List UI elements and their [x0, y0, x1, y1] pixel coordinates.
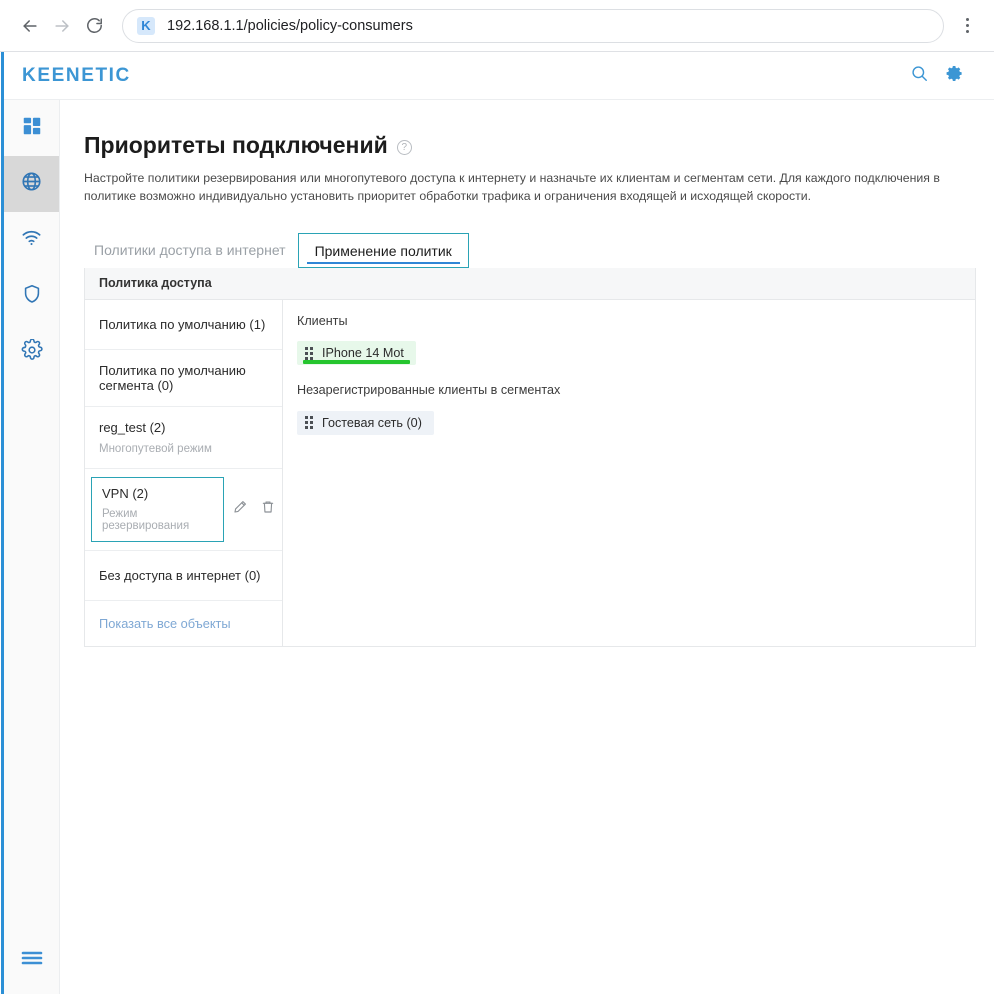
- sidebar-item-management[interactable]: [4, 324, 59, 380]
- reload-button[interactable]: [78, 10, 110, 42]
- wifi-icon: [20, 226, 43, 254]
- globe-icon: [20, 170, 43, 198]
- favicon-letter: K: [141, 19, 150, 32]
- search-icon[interactable]: [910, 64, 929, 88]
- segment-chip-label: Гостевая сеть (0): [322, 416, 422, 430]
- page-description: Настройте политики резервирования или мн…: [84, 170, 944, 206]
- sidebar-item-dashboard[interactable]: [4, 100, 59, 156]
- question-mark-icon[interactable]: ?: [397, 140, 412, 155]
- list-item[interactable]: Без доступа в интернет (0): [85, 551, 282, 601]
- sidebar-item-security[interactable]: [4, 268, 59, 324]
- gear-icon[interactable]: [945, 64, 964, 88]
- spacer: [297, 365, 959, 383]
- list-item[interactable]: Политика по умолчанию (1): [85, 300, 282, 350]
- forward-button[interactable]: [46, 10, 78, 42]
- client-chip[interactable]: IPhone 14 Mot: [297, 341, 416, 365]
- arrow-right-icon: [52, 16, 72, 36]
- delete-policy-button[interactable]: [260, 499, 276, 520]
- tab-policy-application[interactable]: Применение политик: [298, 233, 469, 268]
- keenetic-logo: KEENETIC: [22, 65, 131, 87]
- policy-list: Политика по умолчанию (1) Политика по ум…: [85, 300, 283, 646]
- policy-name: VPN (2): [102, 486, 213, 501]
- show-all-objects-link[interactable]: Показать все объекты: [85, 601, 282, 646]
- segment-chip[interactable]: Гостевая сеть (0): [297, 411, 434, 435]
- sidebar-item-internet[interactable]: [4, 156, 59, 212]
- list-item-selected[interactable]: VPN (2) Режим резервирования: [85, 469, 282, 551]
- address-bar[interactable]: K 192.168.1.1/policies/policy-consumers: [122, 9, 944, 43]
- policy-mode: Режим резервирования: [102, 508, 213, 532]
- sidebar: [4, 100, 60, 994]
- kebab-dot: [966, 30, 969, 33]
- page-title: Приоритеты подключений: [84, 132, 388, 159]
- hamburger-menu-icon: [19, 947, 45, 974]
- browser-toolbar: K 192.168.1.1/policies/policy-consumers: [0, 0, 994, 52]
- reload-icon: [85, 16, 104, 35]
- tab-access-policies[interactable]: Политики доступа в интернет: [84, 233, 296, 268]
- dashboard-grid-icon: [21, 115, 43, 142]
- policy-card-header: Политика доступа: [85, 268, 975, 300]
- arrow-left-icon: [20, 16, 40, 36]
- header-actions: [910, 64, 964, 88]
- drag-handle-icon[interactable]: [305, 416, 313, 429]
- policy-name: Политика по умолчанию сегмента (0): [99, 363, 268, 393]
- list-item[interactable]: reg_test (2) Многопутевой режим: [85, 407, 282, 469]
- gear-icon: [21, 339, 43, 366]
- edit-policy-button[interactable]: [232, 499, 248, 520]
- sidebar-item-wifi[interactable]: [4, 212, 59, 268]
- policy-card: Политика доступа Политика по умолчанию (…: [84, 268, 976, 647]
- kebab-dot: [966, 18, 969, 21]
- back-button[interactable]: [14, 10, 46, 42]
- kebab-dot: [966, 24, 969, 27]
- address-bar-url: 192.168.1.1/policies/policy-consumers: [167, 18, 413, 34]
- selected-policy-box[interactable]: VPN (2) Режим резервирования: [91, 477, 224, 542]
- shield-icon: [21, 283, 43, 310]
- segments-label: Незарегистрированные клиенты в сегментах: [297, 383, 959, 397]
- tab-bar: Политики доступа в интернет Применение п…: [84, 228, 974, 268]
- sidebar-toggle-button[interactable]: [4, 936, 59, 984]
- app-header: KEENETIC: [4, 52, 994, 100]
- page-title-row: Приоритеты подключений ?: [84, 132, 974, 159]
- clients-label: Клиенты: [297, 314, 959, 328]
- assignment-pane: Клиенты IPhone 14 Mot Незарегистрированн…: [283, 300, 975, 646]
- drag-handle-icon[interactable]: [305, 347, 313, 360]
- list-item[interactable]: Политика по умолчанию сегмента (0): [85, 350, 282, 407]
- app-shell: KEENETIC: [0, 52, 994, 994]
- policy-name: Без доступа в интернет (0): [99, 568, 261, 583]
- policy-card-body: Политика по умолчанию (1) Политика по ум…: [85, 300, 975, 646]
- row-actions: [232, 499, 282, 520]
- site-favicon: K: [137, 17, 155, 35]
- browser-menu-button[interactable]: [954, 11, 980, 41]
- policy-mode: Многопутевой режим: [99, 443, 212, 455]
- policy-name: reg_test (2): [99, 420, 165, 435]
- client-chip-label: IPhone 14 Mot: [322, 346, 404, 360]
- main-content: Приоритеты подключений ? Настройте полит…: [60, 100, 994, 994]
- policy-name: Политика по умолчанию (1): [99, 317, 265, 332]
